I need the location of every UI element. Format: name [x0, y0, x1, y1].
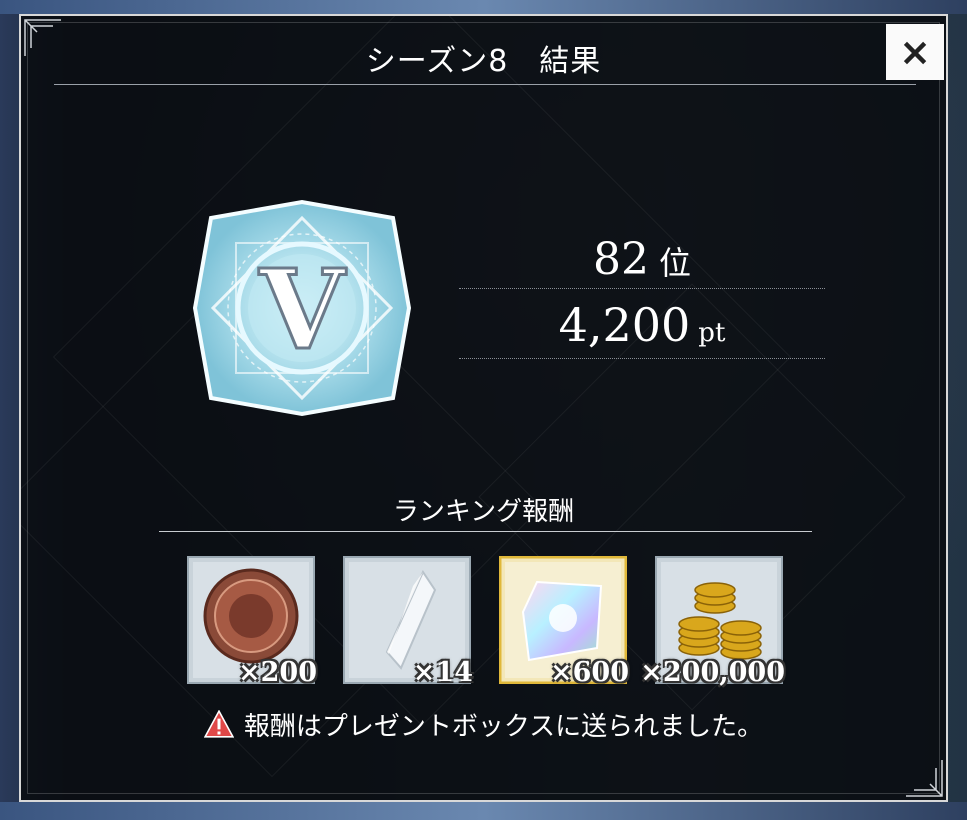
reward-count: ×14	[412, 657, 473, 688]
points-unit: pt	[698, 318, 726, 348]
season-result-dialog: シーズン8 結果 × V 82 位 4,200 pt ランキング報酬 ×200 …	[19, 14, 948, 802]
reward-item[interactable]: ×200	[187, 556, 317, 688]
warning-icon	[203, 709, 235, 745]
reward-item[interactable]: ×200,000	[640, 556, 785, 688]
reward-count: ×200	[238, 657, 317, 688]
dialog-title: シーズン8 結果	[365, 44, 602, 79]
rank-unit: 位	[658, 244, 691, 282]
title-divider	[54, 84, 916, 85]
reward-count: ×600	[550, 657, 629, 688]
reward-item[interactable]: ×600	[498, 555, 629, 688]
corner-ornament-icon	[904, 758, 944, 798]
close-button[interactable]: ×	[886, 24, 944, 80]
rank-value: 82	[592, 234, 649, 285]
rewards-title: ランキング報酬	[392, 497, 575, 527]
background-top-strip	[0, 0, 967, 14]
reward-count: ×200,000	[640, 657, 785, 688]
reward-item[interactable]: ×14	[343, 556, 473, 688]
background-bottom-strip	[0, 802, 967, 820]
rank-emblem-icon: V	[191, 198, 413, 418]
rewards-divider	[159, 531, 812, 532]
rank-row: 82 位	[459, 234, 825, 289]
delivery-notice: 報酬はプレゼントボックスに送られました。	[21, 706, 946, 745]
emblem-letter: V	[258, 245, 346, 374]
notice-text: 報酬はプレゼントボックスに送られました。	[243, 712, 764, 742]
points-row: 4,200 pt	[459, 298, 825, 359]
points-value: 4,200	[558, 298, 691, 352]
